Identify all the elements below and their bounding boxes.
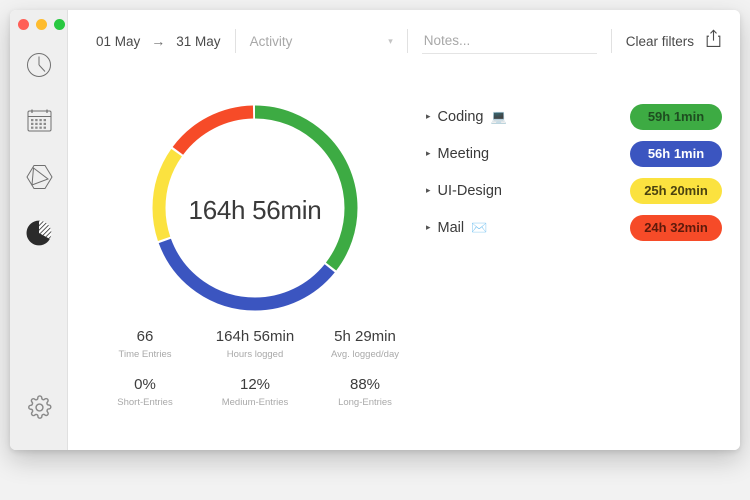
toolbar-actions: Clear filters (626, 29, 722, 53)
activity-list: ▸ Coding 💻 59h 1min ▸ Meeting 56h 1min (426, 98, 722, 246)
sidebar-item-settings[interactable] (22, 390, 56, 424)
stat-medium-entries: 12% Medium-Entries (200, 376, 310, 408)
date-arrow-icon: → (151, 33, 165, 49)
share-button[interactable] (705, 29, 722, 53)
polygon-play-icon (26, 164, 53, 190)
laptop-icon: 💻 (490, 110, 506, 123)
date-to: 31 May (176, 34, 220, 49)
stat-time-entries: 66 Time Entries (90, 328, 200, 360)
calendar-icon (27, 109, 52, 133)
stat-short-entries: 0% Short-Entries (90, 376, 200, 408)
pie-chart-icon (26, 220, 52, 246)
activity-name: Mail (438, 220, 465, 236)
stat-value: 88% (310, 376, 420, 393)
sidebar-footer (10, 390, 68, 424)
stat-value: 5h 29min (310, 328, 420, 345)
toolbar-divider-3 (611, 29, 612, 53)
window-controls (18, 19, 65, 30)
activity-row-ui-design[interactable]: ▸ UI-Design 25h 20min (426, 172, 722, 209)
activity-name: Meeting (438, 146, 490, 162)
stat-long-entries: 88% Long-Entries (310, 376, 420, 408)
activity-duration-badge[interactable]: 24h 32min (630, 215, 722, 241)
stat-label: Avg. logged/day (310, 349, 420, 360)
toolbar-divider-2 (407, 29, 408, 53)
activity-expand-meeting[interactable]: ▸ Meeting (426, 146, 496, 162)
activity-row-coding[interactable]: ▸ Coding 💻 59h 1min (426, 98, 722, 135)
sidebar-item-reports[interactable] (22, 216, 56, 250)
clear-filters-button[interactable]: Clear filters (626, 34, 694, 49)
gear-icon (27, 395, 52, 420)
activity-duration-badge[interactable]: 25h 20min (630, 178, 722, 204)
activity-filter-select[interactable]: Activity ▾ (250, 34, 393, 49)
chevron-right-icon: ▸ (426, 149, 431, 158)
stat-label: Time Entries (90, 349, 200, 360)
main-content: 01 May → 31 May Activity ▾ Clear filters (68, 10, 740, 450)
stat-value: 66 (90, 328, 200, 345)
chevron-right-icon: ▸ (426, 112, 431, 121)
total-donut-chart: 164h 56min (90, 102, 420, 327)
share-icon (705, 29, 722, 53)
stat-value: 164h 56min (200, 328, 310, 345)
activity-row-mail[interactable]: ▸ Mail ✉️ 24h 32min (426, 209, 722, 246)
stat-label: Short-Entries (90, 397, 200, 408)
activity-expand-coding[interactable]: ▸ Coding 💻 (426, 109, 507, 125)
stats-row-2: 0% Short-Entries 12% Medium-Entries 88% … (90, 376, 420, 408)
screen: 01 May → 31 May Activity ▾ Clear filters (0, 0, 750, 500)
chevron-right-icon: ▸ (426, 186, 431, 195)
donut-total-label: 164h 56min (90, 195, 420, 226)
activity-row-meeting[interactable]: ▸ Meeting 56h 1min (426, 135, 722, 172)
date-from: 01 May (96, 34, 140, 49)
sidebar-item-timer[interactable] (22, 48, 56, 82)
toolbar: 01 May → 31 May Activity ▾ Clear filters (68, 10, 740, 72)
stat-value: 12% (200, 376, 310, 393)
statistics-panel: 66 Time Entries 164h 56min Hours logged … (90, 328, 420, 408)
zoom-button[interactable] (54, 19, 65, 30)
minimize-button[interactable] (36, 19, 47, 30)
toolbar-divider-1 (235, 29, 236, 53)
activity-name: Coding (438, 109, 484, 125)
sidebar-item-calendar[interactable] (22, 104, 56, 138)
stat-value: 0% (90, 376, 200, 393)
activity-duration-badge[interactable]: 56h 1min (630, 141, 722, 167)
stat-label: Long-Entries (310, 397, 420, 408)
activity-name: UI-Design (438, 183, 502, 199)
notes-input[interactable] (422, 29, 597, 54)
stat-label: Hours logged (200, 349, 310, 360)
date-range-picker[interactable]: 01 May → 31 May (96, 33, 221, 49)
envelope-icon: ✉️ (471, 221, 487, 234)
stat-avg-logged-per-day: 5h 29min Avg. logged/day (310, 328, 420, 360)
sidebar-nav (10, 48, 68, 250)
stats-row-1: 66 Time Entries 164h 56min Hours logged … (90, 328, 420, 360)
chevron-down-icon: ▾ (388, 36, 393, 47)
stat-hours-logged: 164h 56min Hours logged (200, 328, 310, 360)
clock-icon (26, 52, 52, 78)
sidebar-item-projects[interactable] (22, 160, 56, 194)
activity-expand-mail[interactable]: ▸ Mail ✉️ (426, 220, 487, 236)
activity-duration-badge[interactable]: 59h 1min (630, 104, 722, 130)
activity-expand-ui-design[interactable]: ▸ UI-Design (426, 183, 509, 199)
app-window: 01 May → 31 May Activity ▾ Clear filters (10, 10, 740, 450)
stat-label: Medium-Entries (200, 397, 310, 408)
activity-filter-value: Activity (250, 34, 293, 49)
sidebar (10, 10, 68, 450)
close-button[interactable] (18, 19, 29, 30)
chevron-right-icon: ▸ (426, 223, 431, 232)
